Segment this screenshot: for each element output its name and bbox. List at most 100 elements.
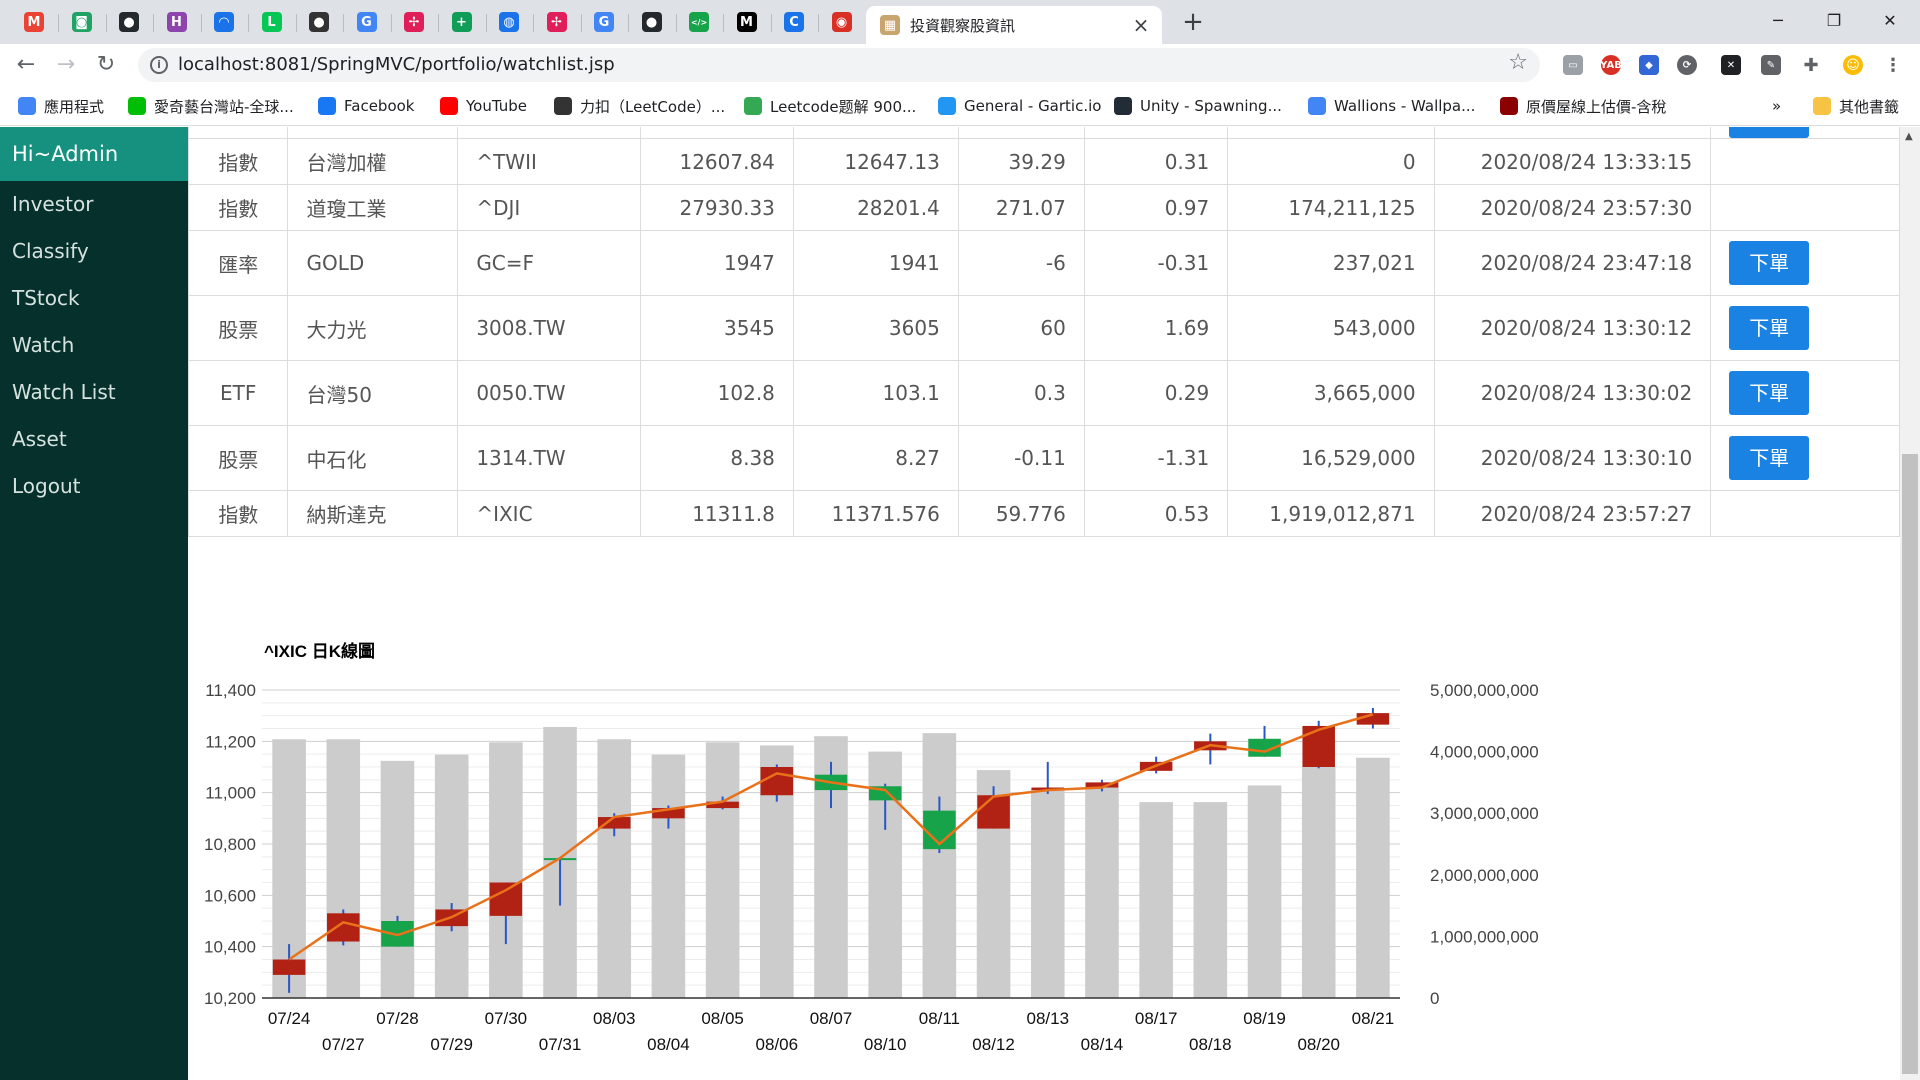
pinned-tab[interactable]: ✢	[535, 8, 579, 36]
url-text[interactable]: localhost:8081/SpringMVC/portfolio/watch…	[178, 54, 615, 75]
pinned-tab[interactable]: </>	[677, 8, 721, 36]
extension-icon[interactable]: ◆	[1639, 55, 1659, 75]
pinned-tab[interactable]: M	[12, 8, 56, 36]
bookmark-item[interactable]: Wallions - Wallpa...	[1308, 94, 1475, 118]
scroll-up-icon[interactable]: ▲	[1905, 131, 1913, 142]
pinned-tab[interactable]: L	[250, 8, 294, 36]
bookmark-label: 應用程式	[44, 97, 105, 116]
sidebar-item-watch-list[interactable]: Watch List	[0, 369, 188, 416]
change-pct-cell: -1.31	[1083, 425, 1229, 491]
reload-icon[interactable]: ↻	[92, 51, 120, 79]
bookmark-item[interactable]: 原價屋線上估價-含稅	[1500, 94, 1666, 118]
site-info-icon[interactable]: i	[150, 56, 168, 74]
name-cell: GOLD	[287, 230, 459, 296]
page-scrollbar[interactable]: ▲	[1900, 127, 1920, 1080]
bookmark-label: 愛奇藝台灣站-全球...	[154, 97, 294, 116]
bookmark-label: General - Gartic.io	[964, 97, 1102, 115]
bookmark-item[interactable]: Unity - Spawning...	[1114, 94, 1282, 118]
bookmarks-overflow-icon[interactable]: »	[1772, 94, 1781, 118]
active-tab[interactable]: ▦ 投資觀察股資訊 ×	[866, 6, 1162, 44]
sidebar-item-tstock[interactable]: TStock	[0, 275, 188, 322]
extension-icon[interactable]: ▭	[1563, 55, 1583, 75]
candle-body	[1302, 725, 1335, 767]
change-cell: -6	[957, 230, 1085, 296]
facebook-icon	[318, 97, 336, 115]
pinned-tab[interactable]: H	[155, 8, 199, 36]
sidebar-item-investor[interactable]: Investor	[0, 181, 188, 228]
sidebar-item-logout[interactable]: Logout	[0, 463, 188, 510]
address-bar[interactable]: i localhost:8081/SpringMVC/portfolio/wat…	[138, 48, 1540, 82]
price-cell: 103.1	[792, 360, 959, 426]
pinned-tab[interactable]: ◙	[60, 8, 104, 36]
order-button[interactable]: 下單	[1729, 436, 1810, 480]
type-cell: 指數	[188, 490, 289, 537]
x-tick-label: 08/11	[919, 1009, 960, 1028]
y-right-tick-label: 1,000,000,000	[1430, 927, 1539, 946]
extension-icon[interactable]: YAB	[1600, 55, 1622, 75]
action-cell	[1710, 490, 1900, 537]
change-cell: 60	[957, 295, 1085, 361]
pinned-tab[interactable]: M	[725, 8, 769, 36]
scrollbar-thumb[interactable]	[1902, 454, 1918, 1074]
pinned-tab[interactable]: ✢	[392, 8, 436, 36]
pinned-tab[interactable]: +	[440, 8, 484, 36]
volume-cell: 16,529,000	[1227, 425, 1435, 491]
order-button[interactable]: 下單	[1729, 371, 1810, 415]
pinned-tab[interactable]: ●	[107, 8, 151, 36]
pinned-tab[interactable]: ◍	[487, 8, 531, 36]
action-cell: 下單	[1710, 425, 1900, 491]
new-tab-button[interactable]: +	[1178, 8, 1208, 38]
bookmark-item[interactable]: YouTube	[440, 94, 527, 118]
bookmark-item[interactable]: 力扣（LeetCode）...	[554, 94, 725, 118]
forward-icon[interactable]: →	[52, 51, 80, 79]
extension-icon[interactable]: ✕	[1721, 55, 1741, 75]
order-button[interactable]: 下單	[1729, 127, 1810, 138]
close-tab-icon[interactable]: ×	[1130, 14, 1152, 36]
sidebar-item-asset[interactable]: Asset	[0, 416, 188, 463]
table-row: ETF 台灣50 0050.TW 102.8 103.1 0.3 0.29 3,665,000…	[188, 360, 1900, 426]
name-cell: 台灣50	[287, 360, 459, 426]
extensions-puzzle-icon[interactable]: ✚	[1801, 55, 1821, 76]
order-button[interactable]: 下單	[1729, 241, 1810, 285]
sidebar: Hi~Admin Investor Classify TStock Watch …	[0, 127, 188, 1080]
back-icon[interactable]: ←	[12, 51, 40, 79]
pinned-tab[interactable]: G	[582, 8, 626, 36]
sidebar-item-classify[interactable]: Classify	[0, 228, 188, 275]
name-cell: 人民幣台幣	[287, 127, 459, 139]
pinned-tab[interactable]: C	[772, 8, 816, 36]
pinned-tab[interactable]: ◠	[202, 8, 246, 36]
pinned-tab[interactable]: G	[345, 8, 389, 36]
other-bookmarks[interactable]: 其他書籤	[1813, 94, 1899, 118]
bookmark-item[interactable]: Facebook	[318, 94, 414, 118]
bookmark-item[interactable]: General - Gartic.io	[938, 94, 1101, 118]
candlestick-chart: ^IXIC 日K線圖 10,200 10,400 10,600 10,800 11,000…	[204, 641, 1539, 1054]
symbol-cell: GC=F	[457, 230, 642, 296]
volume-bar	[1301, 767, 1336, 998]
order-button[interactable]: 下單	[1729, 306, 1810, 350]
sidebar-item-watch[interactable]: Watch	[0, 322, 188, 369]
menu-kebab-icon[interactable]: ⋮	[1883, 55, 1903, 76]
bookmark-item[interactable]: Leetcode题解 900...	[744, 94, 916, 118]
page-favicon-icon: ▦	[880, 15, 900, 35]
minimize-icon[interactable]: ─	[1750, 0, 1806, 40]
watchlist-table: 匯率人民幣台幣CNYTWD=X4.25854.26470.00620.15020…	[188, 127, 1900, 537]
bookmark-star-icon[interactable]: ☆	[1508, 50, 1528, 75]
extension-icon[interactable]: ⟳	[1677, 55, 1697, 75]
bookmark-item[interactable]: 愛奇藝台灣站-全球...	[128, 94, 294, 118]
bookmarks-overflow-label: »	[1772, 97, 1782, 115]
extension-icon[interactable]: ✎	[1761, 55, 1781, 75]
volume-bar	[489, 742, 523, 998]
profile-avatar-icon[interactable]: ☺	[1843, 55, 1863, 75]
price-cell: 3605	[792, 295, 959, 361]
pinned-tab[interactable]: ◉	[820, 8, 864, 36]
type-cell: 股票	[188, 425, 289, 491]
y-right-tick-label: 3,000,000,000	[1430, 804, 1539, 823]
bookmark-item[interactable]: 應用程式	[18, 94, 104, 118]
pinned-tab[interactable]: ●	[630, 8, 674, 36]
restore-icon[interactable]: ❐	[1806, 0, 1862, 40]
close-window-icon[interactable]: ✕	[1862, 0, 1918, 40]
y-right-tick-label: 0	[1430, 989, 1439, 1008]
volume-cell: 1,919,012,871	[1227, 490, 1435, 537]
price-cell: 1941	[792, 230, 959, 296]
pinned-tab[interactable]: ●	[297, 8, 341, 36]
